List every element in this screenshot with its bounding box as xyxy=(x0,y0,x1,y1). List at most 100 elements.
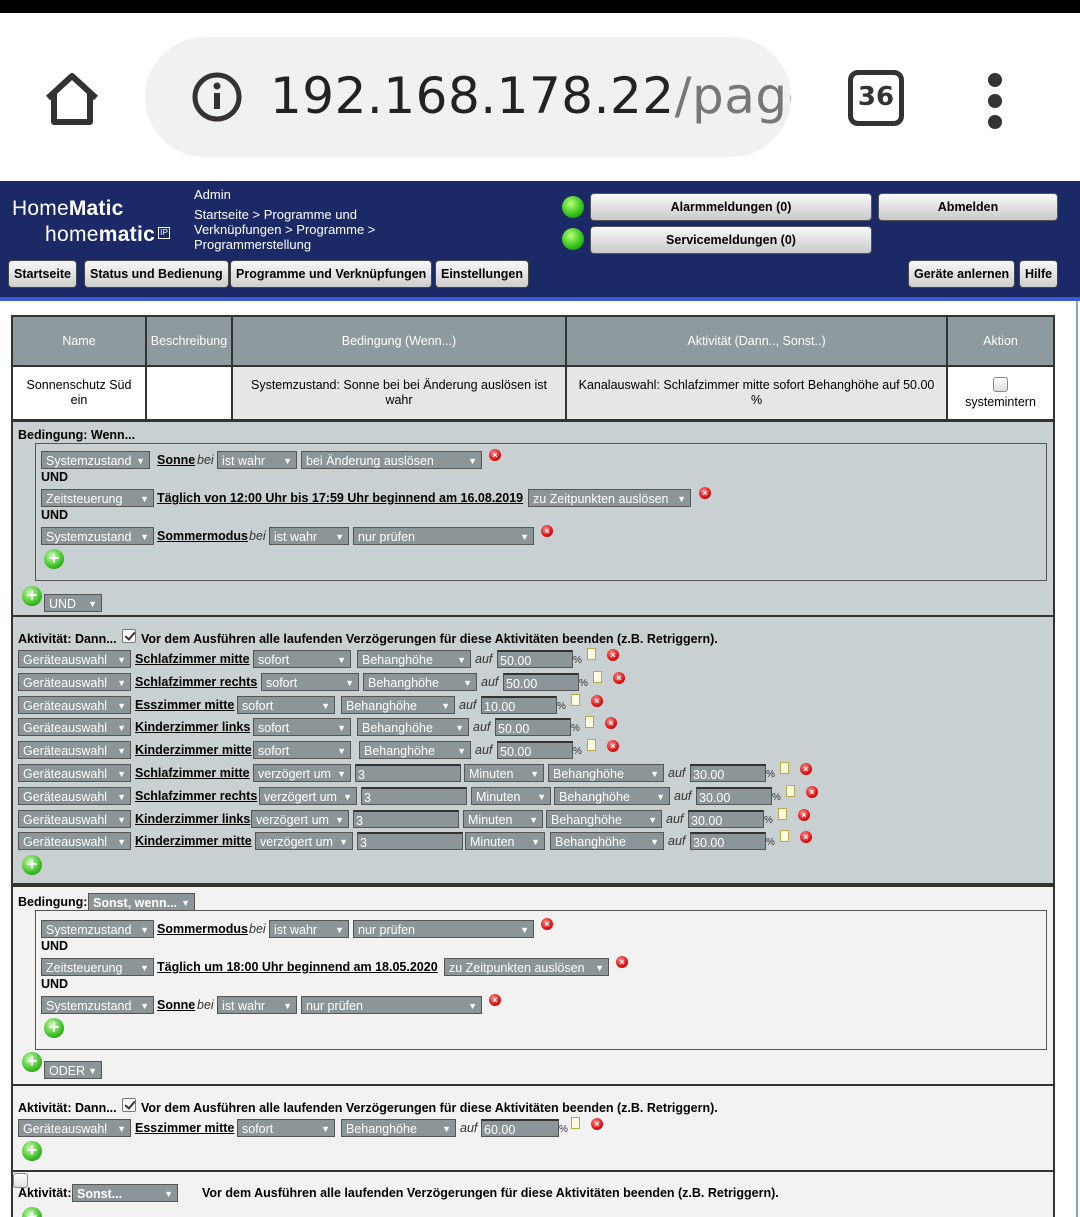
unit-select[interactable]: Minuten xyxy=(465,832,545,851)
document-icon[interactable] xyxy=(780,830,789,843)
device-link[interactable]: Esszimmer mitte xyxy=(135,1121,234,1135)
condition-type-select[interactable]: Zeitsteuerung xyxy=(41,489,154,507)
delay-input[interactable]: 3 xyxy=(353,809,459,828)
device-link[interactable]: Kinderzimmer links xyxy=(135,720,250,734)
info-icon[interactable] xyxy=(191,71,243,123)
operator-select[interactable]: ODER xyxy=(44,1061,102,1079)
parameter-select[interactable]: Behanghöhe xyxy=(341,1119,456,1137)
device-link[interactable]: Schlafzimmer mitte xyxy=(135,652,250,666)
device-select[interactable]: Geräteauswahl xyxy=(18,695,131,714)
delete-icon[interactable]: × xyxy=(616,956,628,968)
device-link[interactable]: Kinderzimmer mitte xyxy=(135,743,252,757)
delete-icon[interactable]: × xyxy=(607,740,619,753)
delay-input[interactable]: 3 xyxy=(361,786,467,805)
operator-select[interactable]: UND xyxy=(44,594,102,612)
timing-select[interactable]: verzögert um xyxy=(259,786,357,805)
condition-type-select[interactable]: Systemzustand xyxy=(41,451,150,469)
device-link[interactable]: Schlafzimmer mitte xyxy=(135,766,250,780)
delete-icon[interactable]: × xyxy=(541,525,553,537)
add-group-icon[interactable]: + xyxy=(22,1052,42,1072)
value-input[interactable]: 50.00 xyxy=(497,650,573,668)
device-select[interactable]: Geräteauswahl xyxy=(18,832,131,851)
document-icon[interactable] xyxy=(780,762,789,774)
device-select[interactable]: Geräteauswahl xyxy=(18,741,131,760)
value-input[interactable]: 60.00 xyxy=(481,1119,559,1137)
delete-icon[interactable]: × xyxy=(489,449,501,461)
delete-icon[interactable]: × xyxy=(800,831,812,844)
systemintern-checkbox[interactable] xyxy=(993,376,1008,392)
value-input[interactable]: 30.00 xyxy=(696,786,772,805)
program-description[interactable] xyxy=(145,365,233,421)
condition-link[interactable]: Täglich von 12:00 Uhr bis 17:59 Uhr begi… xyxy=(157,491,523,505)
unit-select[interactable]: Minuten xyxy=(464,764,544,782)
device-link[interactable]: Schlafzimmer rechts xyxy=(135,675,257,689)
nav-einstellungen[interactable]: Einstellungen xyxy=(435,260,529,288)
trigger-select[interactable]: nur prüfen xyxy=(301,996,482,1014)
device-select[interactable]: Geräteauswahl xyxy=(18,718,131,737)
document-icon[interactable] xyxy=(585,716,594,729)
timing-select[interactable]: sofort xyxy=(253,650,351,668)
parameter-select[interactable]: Behanghöhe xyxy=(357,650,471,668)
retrigger-checkbox[interactable] xyxy=(122,628,136,643)
device-select[interactable]: Geräteauswahl xyxy=(18,764,131,782)
delete-icon[interactable]: × xyxy=(607,649,619,661)
delete-icon[interactable]: × xyxy=(605,717,617,730)
state-select[interactable]: ist wahr xyxy=(217,451,297,469)
timing-select[interactable]: sofort xyxy=(253,741,351,760)
delete-icon[interactable]: × xyxy=(699,487,711,499)
condition-link[interactable]: Täglich um 18:00 Uhr beginnend am 18.05.… xyxy=(157,960,438,974)
parameter-select[interactable]: Behanghöhe xyxy=(357,718,469,737)
document-icon[interactable] xyxy=(593,670,602,683)
state-select[interactable]: ist wahr xyxy=(269,527,349,545)
delete-icon[interactable]: × xyxy=(798,808,810,821)
document-icon[interactable] xyxy=(571,693,580,706)
timing-select[interactable]: sofort xyxy=(253,718,351,737)
add-condition-icon[interactable]: + xyxy=(44,1018,64,1038)
trigger-select[interactable]: zu Zeitpunkten auslösen xyxy=(528,489,691,507)
condition-link[interactable]: Sommermodus xyxy=(157,922,248,936)
state-select[interactable]: ist wahr xyxy=(217,996,297,1014)
program-name[interactable]: Sonnenschutz Süd ein xyxy=(11,365,147,421)
device-select[interactable]: Geräteauswahl xyxy=(18,650,131,668)
value-input[interactable]: 50.00 xyxy=(503,672,579,691)
logout-button[interactable]: Abmelden xyxy=(878,193,1058,221)
trigger-select[interactable]: nur prüfen xyxy=(353,527,534,545)
condition-link[interactable]: Sommermodus xyxy=(157,529,248,543)
delay-input[interactable]: 3 xyxy=(355,764,461,782)
condition-type-select[interactable]: Zeitsteuerung xyxy=(41,958,154,976)
delete-icon[interactable]: × xyxy=(800,763,812,775)
retrigger-checkbox[interactable] xyxy=(122,1097,136,1112)
device-link[interactable]: Kinderzimmer mitte xyxy=(135,834,252,848)
delete-icon[interactable]: × xyxy=(541,918,553,930)
delay-input[interactable]: 3 xyxy=(357,832,463,851)
nav-programme[interactable]: Programme und Verknüpfungen xyxy=(230,260,433,288)
add-activity-icon[interactable]: + xyxy=(22,1207,42,1217)
menu-icon[interactable] xyxy=(978,71,1014,131)
nav-geraete-anlernen[interactable]: Geräte anlernen xyxy=(908,260,1016,288)
document-icon[interactable] xyxy=(786,784,795,797)
value-input[interactable]: 30.00 xyxy=(690,764,766,782)
condition-type-select[interactable]: Systemzustand xyxy=(41,527,154,545)
tabs-icon[interactable]: 36 xyxy=(848,70,904,126)
timing-select[interactable]: sofort xyxy=(237,695,335,714)
add-activity-icon[interactable]: + xyxy=(22,855,42,875)
device-link[interactable]: Schlafzimmer rechts xyxy=(135,789,257,803)
unit-select[interactable]: Minuten xyxy=(471,786,551,805)
condition-link[interactable]: Sonne xyxy=(157,453,195,467)
delete-icon[interactable]: × xyxy=(591,1118,603,1130)
activity-mode-select[interactable]: Sonst... xyxy=(72,1184,178,1202)
document-icon[interactable] xyxy=(587,739,596,752)
nav-hilfe[interactable]: Hilfe xyxy=(1019,260,1059,288)
parameter-select[interactable]: Behanghöhe xyxy=(363,672,477,691)
value-input[interactable]: 10.00 xyxy=(481,695,557,714)
add-activity-icon[interactable]: + xyxy=(22,1141,42,1161)
trigger-select[interactable]: zu Zeitpunkten auslösen xyxy=(444,958,609,976)
condition-link[interactable]: Sonne xyxy=(157,998,195,1012)
value-input[interactable]: 30.00 xyxy=(688,809,764,828)
unit-select[interactable]: Minuten xyxy=(463,809,543,828)
value-input[interactable]: 50.00 xyxy=(497,741,573,760)
parameter-select[interactable]: Behanghöhe xyxy=(359,741,471,760)
nav-startseite[interactable]: Startseite xyxy=(8,260,77,288)
parameter-select[interactable]: Behanghöhe xyxy=(548,764,664,782)
delete-icon[interactable]: × xyxy=(591,694,603,707)
